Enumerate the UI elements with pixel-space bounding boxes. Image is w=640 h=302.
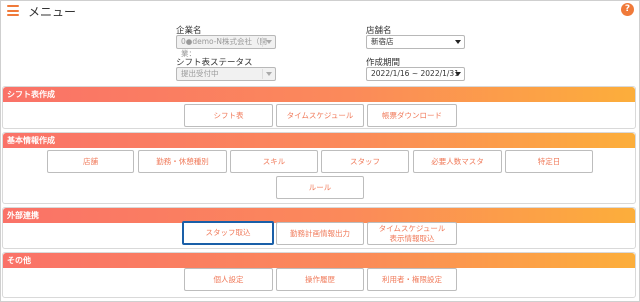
required-staff-master-button[interactable]: 必要人数マスタ [413, 150, 502, 173]
section-header-shift: シフト表作成 [3, 87, 635, 102]
chevron-down-icon [266, 72, 272, 76]
operation-history-button[interactable]: 操作履歴 [276, 268, 364, 291]
shift-status-select-value: 提出受付中 [181, 69, 219, 78]
button-line-2: 表示情報取込 [389, 233, 435, 243]
rule-button[interactable]: ルール [276, 176, 364, 199]
period-select-value: 2022/1/16 ~ 2022/1/31 [371, 69, 459, 78]
hamburger-menu-icon[interactable] [7, 5, 19, 16]
chevron-down-icon [266, 40, 272, 44]
staff-button[interactable]: スタッフ [321, 150, 409, 173]
personal-settings-button[interactable]: 個人設定 [184, 268, 273, 291]
time-schedule-button[interactable]: タイムスケジュール [276, 104, 364, 127]
work-plan-export-button[interactable]: 勤務計画情報出力 [276, 222, 364, 245]
shift-status-select[interactable]: 提出受付中 [176, 67, 276, 81]
work-break-type-button[interactable]: 勤務・休憩種別 [138, 150, 227, 173]
button-line-1: タイムスケジュール [378, 223, 446, 233]
company-select[interactable]: 0●demo-N株式会社（開業： [176, 35, 276, 58]
staff-import-button[interactable]: スタッフ取込 [182, 221, 274, 245]
shift-table-button[interactable]: シフト表 [184, 104, 273, 127]
top-bar: メニュー ? [0, 0, 640, 22]
section-header-other: その他 [3, 253, 635, 268]
section-header-external: 外部連携 [3, 208, 635, 223]
store-button[interactable]: 店舗 [47, 150, 134, 173]
skill-button[interactable]: スキル [230, 150, 318, 173]
page-title: メニュー [28, 5, 77, 19]
time-schedule-display-import-button[interactable]: タイムスケジュール 表示情報取込 [367, 222, 457, 245]
special-day-button[interactable]: 特定日 [505, 150, 593, 173]
select-divider [262, 37, 263, 47]
help-icon[interactable]: ? [621, 3, 634, 16]
user-permission-settings-button[interactable]: 利用者・権限設定 [367, 268, 457, 291]
store-select[interactable]: 新宿店 [366, 35, 465, 49]
report-download-button[interactable]: 帳票ダウンロード [367, 104, 457, 127]
chevron-down-icon [455, 40, 461, 44]
store-select-value: 新宿店 [371, 37, 394, 46]
chevron-down-icon [455, 72, 461, 76]
period-select[interactable]: 2022/1/16 ~ 2022/1/31 [366, 67, 465, 81]
select-divider [262, 69, 263, 79]
section-header-basic: 基本情報作成 [3, 133, 635, 148]
